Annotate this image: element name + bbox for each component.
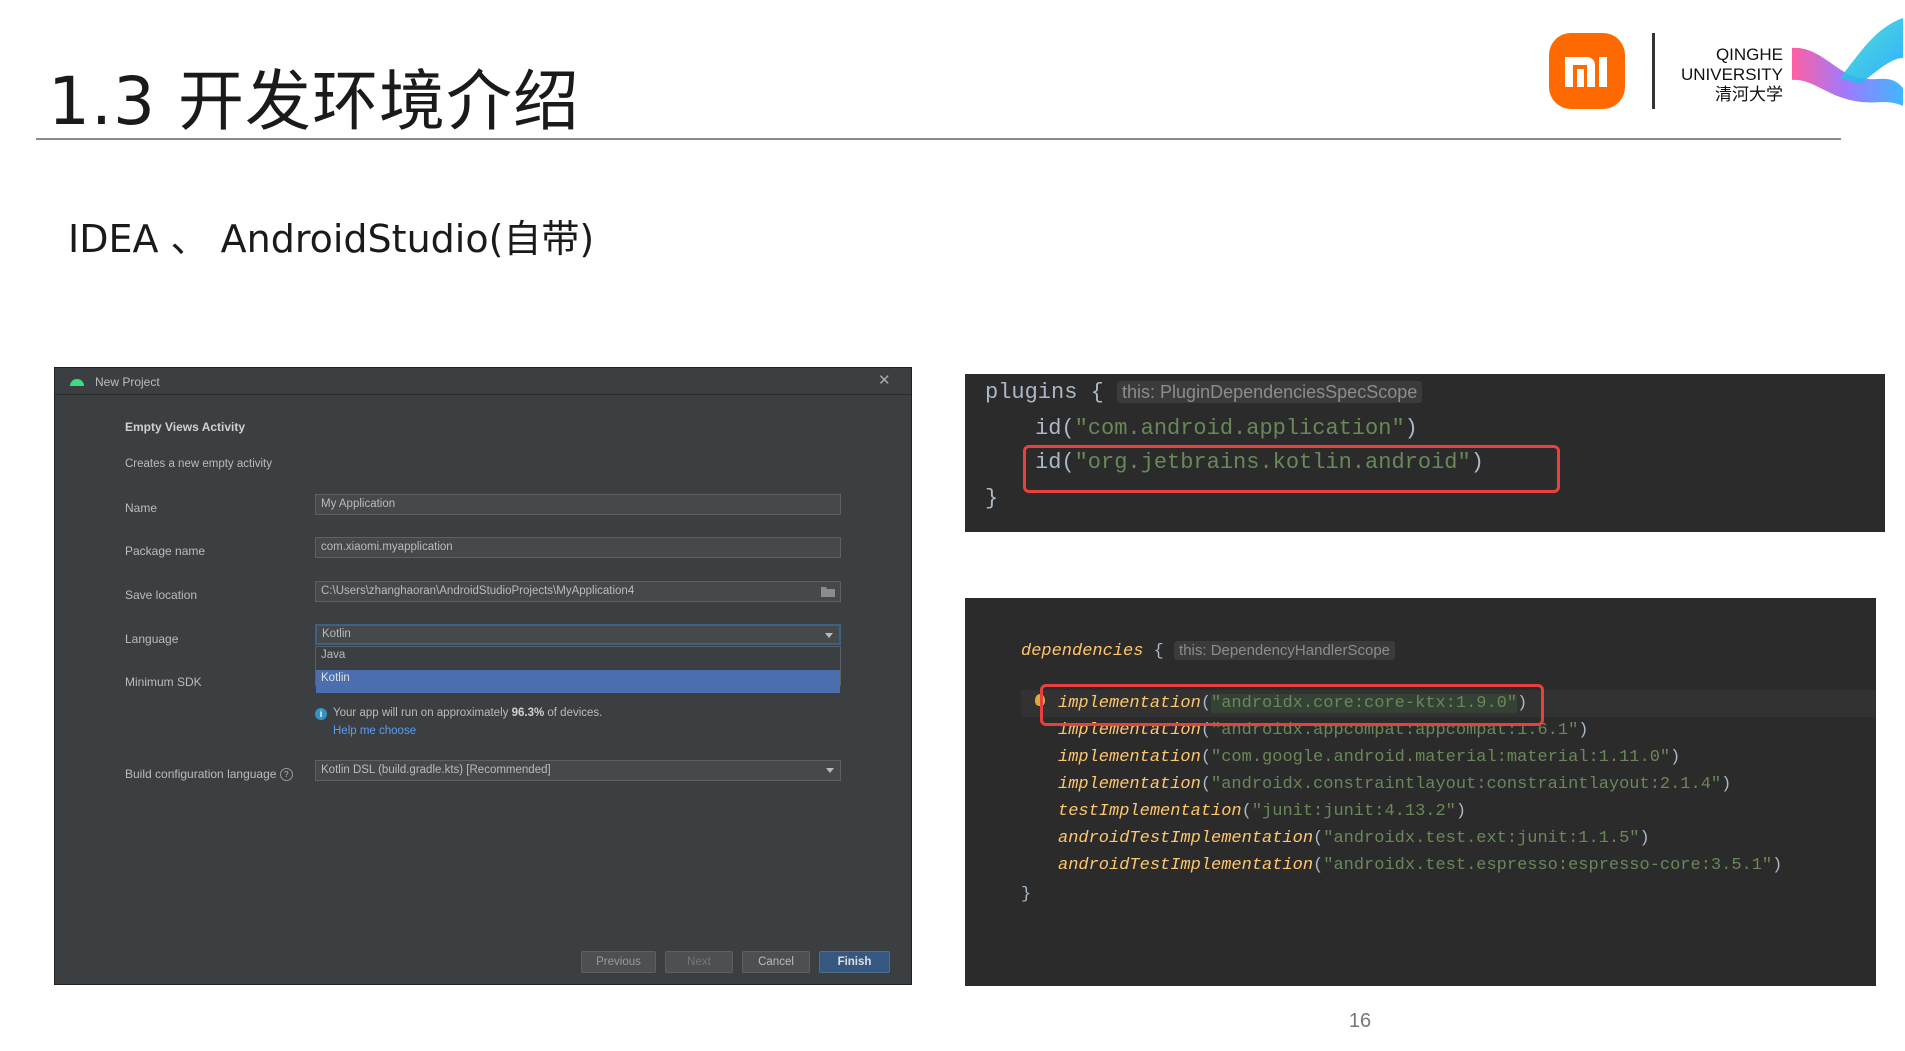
build-config-selected: Kotlin DSL (build.gradle.kts) [Recommend… <box>321 764 551 776</box>
folder-icon[interactable] <box>821 586 835 597</box>
package-name-field[interactable]: com.xiaomi.myapplication <box>315 537 841 558</box>
code-line: androidTestImplementation("androidx.test… <box>1058 856 1783 875</box>
code-line: dependencies { this: DependencyHandlerSc… <box>1021 641 1395 661</box>
code-line: androidTestImplementation("androidx.test… <box>1058 829 1650 848</box>
university-wave-icon <box>1792 18 1903 106</box>
language-dropdown[interactable]: Kotlin <box>315 624 841 645</box>
language-selected: Kotlin <box>322 628 351 640</box>
code-line: implementation("com.google.android.mater… <box>1058 748 1681 767</box>
language-options-list: Java Kotlin <box>315 646 841 693</box>
mi-logo-icon <box>1549 33 1625 109</box>
name-field[interactable]: My Application <box>315 494 841 515</box>
chevron-down-icon <box>825 633 833 638</box>
new-project-dialog: New Project ✕ Empty Views Activity Creat… <box>54 367 912 985</box>
cancel-button[interactable]: Cancel <box>742 951 810 973</box>
language-label: Language <box>125 632 179 646</box>
slide-title: 1.3 开发环境介绍 <box>48 63 580 140</box>
save-location-label: Save location <box>125 588 198 602</box>
code-line: implementation("androidx.constraintlayou… <box>1058 775 1732 794</box>
dependencies-block-name: dependencies <box>1021 642 1144 661</box>
code-close-brace: } <box>1021 885 1032 904</box>
build-config-dropdown[interactable]: Kotlin DSL (build.gradle.kts) [Recommend… <box>315 760 841 781</box>
core-ktx-highlight <box>1040 684 1544 726</box>
slide-subtitle: IDEA 、 AndroidStudio(自带) <box>68 217 595 261</box>
package-name-label: Package name <box>125 544 206 558</box>
plugins-block-name: plugins <box>985 380 1078 405</box>
finish-button[interactable]: Finish <box>819 951 890 973</box>
save-location-field[interactable]: C:\Users\zhanghaoran\AndroidStudioProjec… <box>315 581 841 602</box>
plugins-code-panel: plugins { this: PluginDependenciesSpecSc… <box>965 374 1885 532</box>
scope-hint: this: DependencyHandlerScope <box>1174 641 1395 660</box>
chevron-down-icon <box>826 768 834 773</box>
dependencies-code-panel: dependencies { this: DependencyHandlerSc… <box>965 598 1876 986</box>
close-icon[interactable]: ✕ <box>878 371 891 389</box>
previous-button[interactable]: Previous <box>581 951 656 973</box>
name-label: Name <box>125 501 158 515</box>
dialog-title: New Project <box>95 375 160 389</box>
template-description: Creates a new empty activity <box>125 458 273 470</box>
android-icon <box>70 379 84 386</box>
page-number: 16 <box>1348 1010 1372 1032</box>
language-option-java[interactable]: Java <box>316 647 840 670</box>
code-line: id("com.android.application") <box>1035 416 1418 441</box>
build-config-label: Build configuration language ? <box>125 767 293 782</box>
university-name-line: UNIVERSITY <box>1680 65 1783 84</box>
university-name: QINGHE UNIVERSITY 清河大学 <box>1665 45 1783 105</box>
template-heading: Empty Views Activity <box>125 420 246 434</box>
title-divider <box>36 138 1841 140</box>
device-coverage-text: Your app will run on approximately 96.3%… <box>333 707 603 719</box>
university-name-line: 清河大学 <box>1715 85 1783 104</box>
logo-divider <box>1652 33 1655 109</box>
help-icon[interactable]: ? <box>279 768 293 782</box>
help-me-choose-link[interactable]: Help me choose <box>333 725 416 737</box>
code-line: testImplementation("junit:junit:4.13.2") <box>1058 802 1467 821</box>
info-icon: i <box>315 708 327 720</box>
university-name-line: QINGHE <box>1715 45 1783 64</box>
dialog-titlebar <box>55 368 911 395</box>
kotlin-plugin-highlight <box>1023 445 1560 493</box>
language-option-kotlin[interactable]: Kotlin <box>316 670 840 693</box>
code-line: plugins { this: PluginDependenciesSpecSc… <box>985 380 1423 405</box>
scope-hint: this: PluginDependenciesSpecScope <box>1117 381 1423 403</box>
minimum-sdk-label: Minimum SDK <box>125 675 202 689</box>
next-button[interactable]: Next <box>665 951 733 973</box>
code-close-brace: } <box>985 486 999 511</box>
save-location-value: C:\Users\zhanghaoran\AndroidStudioProjec… <box>321 585 635 597</box>
